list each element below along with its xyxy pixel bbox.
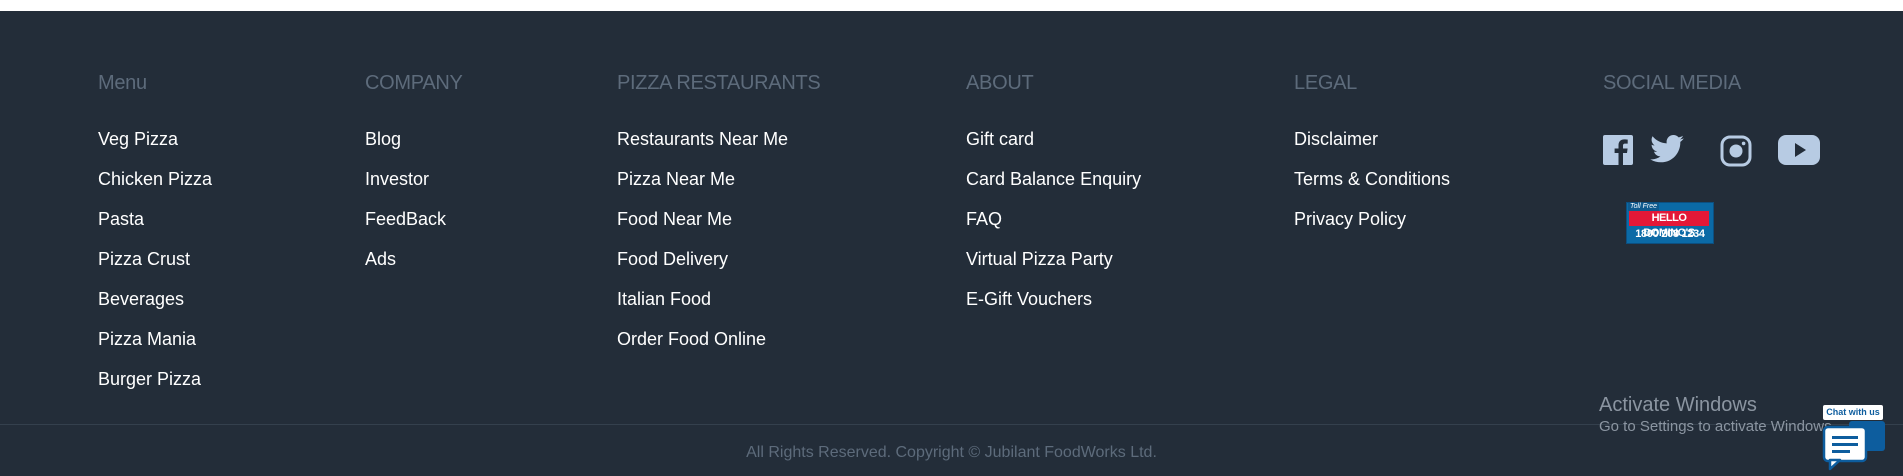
copyright-text: All Rights Reserved. Copyright © Jubilan… (746, 444, 1157, 461)
footer-link-food-near-me[interactable]: Food Near Me (617, 199, 820, 239)
footer-link-chicken-pizza[interactable]: Chicken Pizza (98, 159, 212, 199)
footer-column-company: COMPANY Blog Investor FeedBack Ads (365, 71, 463, 279)
column-title: ABOUT (966, 72, 1034, 94)
activate-windows-watermark: Activate Windows Go to Settings to activ… (1599, 393, 1836, 437)
footer-link-pizza-near-me[interactable]: Pizza Near Me (617, 159, 820, 199)
footer-link-beverages[interactable]: Beverages (98, 279, 212, 319)
footer-link-blog[interactable]: Blog (365, 119, 463, 159)
hello-dominos-badge[interactable]: Toll Free HELLO DOMINO'S 1800 208 1234 (1626, 202, 1714, 244)
footer-column-menu: Menu Veg Pizza Chicken Pizza Pasta Pizza… (98, 71, 212, 399)
chat-with-us-label[interactable]: Chat with us (1823, 405, 1883, 420)
toll-free-number: 1800 208 1234 (1635, 228, 1705, 240)
footer-link-pizza-crust[interactable]: Pizza Crust (98, 239, 212, 279)
instagram-icon[interactable] (1720, 135, 1752, 172)
column-title: LEGAL (1294, 72, 1357, 94)
footer-link-virtual-pizza-party[interactable]: Virtual Pizza Party (966, 239, 1141, 279)
hello-dominos-label: HELLO DOMINO'S (1629, 211, 1709, 239)
footer-link-ads[interactable]: Ads (365, 239, 463, 279)
footer-link-terms-conditions[interactable]: Terms & Conditions (1294, 159, 1450, 199)
column-title: SOCIAL MEDIA (1603, 72, 1741, 94)
column-title: COMPANY (365, 72, 463, 94)
chat-icon[interactable] (1821, 421, 1885, 471)
footer-link-privacy-policy[interactable]: Privacy Policy (1294, 199, 1450, 239)
toll-free-label: Toll Free (1628, 203, 1659, 211)
twitter-icon[interactable] (1650, 135, 1684, 168)
footer-link-pasta[interactable]: Pasta (98, 199, 212, 239)
facebook-icon[interactable] (1603, 135, 1633, 170)
footer-column-legal: LEGAL Disclaimer Terms & Conditions Priv… (1294, 71, 1450, 239)
footer-link-pizza-mania[interactable]: Pizza Mania (98, 319, 212, 359)
footer-link-burger-pizza[interactable]: Burger Pizza (98, 359, 212, 399)
footer-link-order-food-online[interactable]: Order Food Online (617, 319, 820, 359)
footer-link-disclaimer[interactable]: Disclaimer (1294, 119, 1450, 159)
activate-windows-subtitle: Go to Settings to activate Windows. (1599, 418, 1836, 435)
footer-link-restaurants-near-me[interactable]: Restaurants Near Me (617, 119, 820, 159)
footer-column-social: SOCIAL MEDIA Toll Free HELLO DOMINO'S 18… (1603, 71, 1843, 271)
footer-link-food-delivery[interactable]: Food Delivery (617, 239, 820, 279)
footer-link-veg-pizza[interactable]: Veg Pizza (98, 119, 212, 159)
footer-column-pizza-restaurants: PIZZA RESTAURANTS Restaurants Near Me Pi… (617, 71, 821, 359)
footer-link-italian-food[interactable]: Italian Food (617, 279, 820, 319)
footer-link-e-gift-vouchers[interactable]: E-Gift Vouchers (966, 279, 1141, 319)
column-title: Menu (98, 72, 147, 94)
footer-link-investor[interactable]: Investor (365, 159, 463, 199)
footer-column-about: ABOUT Gift card Card Balance Enquiry FAQ… (966, 71, 1141, 319)
activate-windows-title: Activate Windows (1599, 394, 1757, 416)
footer-link-feedback[interactable]: FeedBack (365, 199, 463, 239)
youtube-icon[interactable] (1778, 135, 1820, 170)
footer-link-faq[interactable]: FAQ (966, 199, 1141, 239)
column-title: PIZZA RESTAURANTS (617, 72, 821, 94)
footer-link-card-balance-enquiry[interactable]: Card Balance Enquiry (966, 159, 1141, 199)
footer-link-gift-card[interactable]: Gift card (966, 119, 1141, 159)
